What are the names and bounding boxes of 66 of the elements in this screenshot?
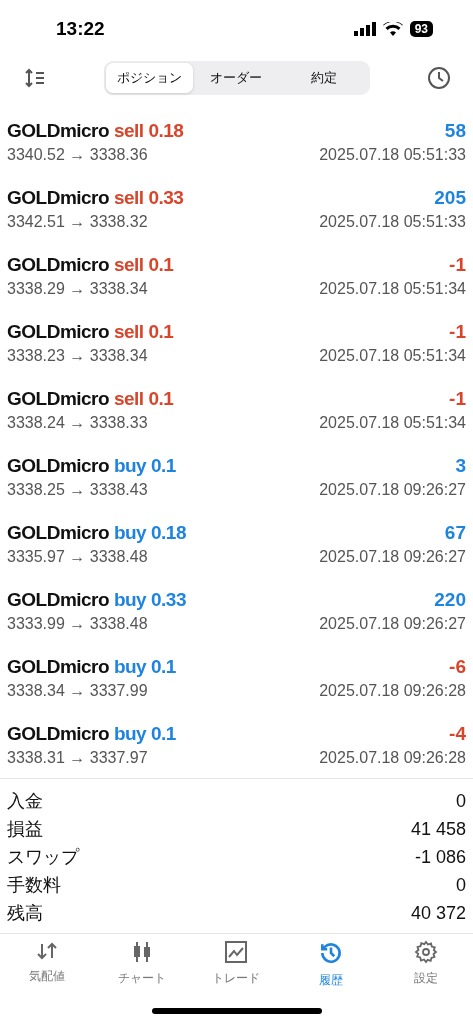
trade-prices: 3338.23 → 3338.34 — [7, 346, 148, 365]
trade-time: 2025.07.18 09:26:28 — [319, 681, 466, 700]
clock-time: 13:22 — [56, 18, 105, 40]
trade-prices: 3338.24 → 3338.33 — [7, 413, 148, 432]
summary-label: 手数料 — [7, 874, 61, 897]
trade-time: 2025.07.18 05:51:34 — [319, 279, 466, 298]
summary-label: 入金 — [7, 790, 43, 813]
clock-icon[interactable] — [427, 66, 451, 90]
tab-bar-item[interactable]: 履歴 — [283, 940, 379, 1000]
trade-prices: 3333.99 → 3338.48 — [7, 614, 148, 633]
trade-prices: 3340.52 → 3338.36 — [7, 145, 148, 164]
trade-time: 2025.07.18 05:51:33 — [319, 145, 466, 164]
battery-level: 93 — [409, 21, 433, 37]
trade-title: GOLDmicro sell 0.1 — [7, 387, 174, 410]
trade-profit: -1 — [449, 253, 466, 276]
segment-tab[interactable]: 約定 — [280, 63, 368, 93]
trade-profit: 58 — [444, 119, 466, 142]
trade-profit: -6 — [449, 655, 466, 678]
gear-icon — [413, 940, 438, 964]
trade-prices: 3338.25 → 3338.43 — [7, 480, 148, 499]
line-chart-icon — [224, 940, 249, 964]
trade-time: 2025.07.18 09:26:28 — [319, 748, 466, 767]
trade-title: GOLDmicro sell 0.18 — [7, 119, 184, 142]
trade-prices: 3338.34 → 3337.99 — [7, 681, 148, 700]
trade-profit: 3 — [455, 454, 466, 477]
summary-value: -1 086 — [414, 846, 466, 868]
summary-value: 40 372 — [410, 902, 466, 924]
trade-prices: 3338.29 → 3338.34 — [7, 279, 148, 298]
trade-time: 2025.07.18 09:26:27 — [319, 480, 466, 499]
sort-icon[interactable] — [24, 68, 46, 88]
summary-value: 0 — [456, 874, 466, 896]
trade-title: GOLDmicro buy 0.1 — [7, 454, 176, 477]
trade-title: GOLDmicro sell 0.1 — [7, 253, 174, 276]
segment-tab[interactable]: オーダー — [192, 63, 281, 93]
segment-tab[interactable]: ポジション — [105, 63, 193, 93]
trade-title: GOLDmicro buy 0.1 — [7, 655, 176, 678]
trade-time: 2025.07.18 09:26:27 — [319, 547, 466, 566]
trade-title: GOLDmicro buy 0.18 — [7, 521, 186, 544]
trade-time: 2025.07.18 05:51:34 — [319, 413, 466, 432]
wifi-icon — [382, 22, 403, 36]
summary-value: 41 458 — [410, 818, 466, 840]
trade-title: GOLDmicro sell 0.1 — [7, 320, 174, 343]
trade-profit: -1 — [449, 387, 466, 410]
trade-prices: 3335.97 → 3338.48 — [7, 547, 148, 566]
trade-profit: 205 — [434, 186, 466, 209]
trade-title: GOLDmicro buy 0.1 — [7, 722, 176, 745]
tab-bar-item[interactable]: トレード — [189, 940, 284, 1000]
summary-label: スワップ — [7, 846, 79, 869]
summary-label: 損益 — [7, 818, 43, 841]
trade-time: 2025.07.18 05:51:33 — [319, 212, 466, 231]
trade-time: 2025.07.18 09:26:27 — [319, 614, 466, 633]
tab-bar-item[interactable]: チャート — [94, 940, 190, 1000]
trade-profit: -4 — [449, 722, 466, 745]
trade-title: GOLDmicro sell 0.33 — [7, 186, 184, 209]
trade-title: GOLDmicro buy 0.33 — [7, 588, 186, 611]
tab-bar-item[interactable]: 設定 — [378, 940, 473, 1000]
trade-profit: 67 — [444, 521, 466, 544]
trade-time: 2025.07.18 05:51:34 — [319, 346, 466, 365]
summary-value: 0 — [456, 790, 466, 812]
tab-bar-item[interactable]: 気配値 — [0, 940, 95, 1000]
trade-profit: 220 — [434, 588, 466, 611]
trade-prices: 3338.31 → 3337.97 — [7, 748, 148, 767]
trade-profit: -1 — [449, 320, 466, 343]
summary-label: 残高 — [7, 902, 43, 925]
trade-prices: 3342.51 → 3338.32 — [7, 212, 148, 231]
signal-icon — [353, 22, 376, 36]
